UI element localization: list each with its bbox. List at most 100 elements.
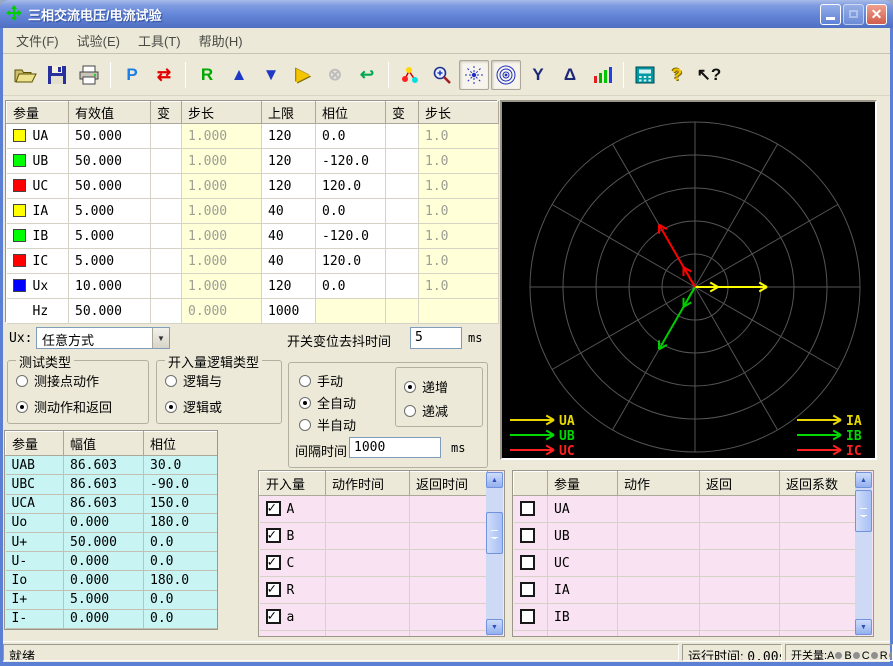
rms-cell[interactable]: 50.000 — [69, 174, 151, 199]
vary-cell[interactable] — [151, 299, 182, 324]
run-button[interactable]: ▶ — [288, 60, 318, 90]
rms-cell[interactable]: 50.000 — [69, 299, 151, 324]
scroll-up-icon[interactable]: ▲ — [855, 472, 872, 488]
vary-cell[interactable] — [386, 174, 419, 199]
title-bar[interactable]: 三相交流电压/电流试验 ✕ — [0, 0, 893, 28]
vary-cell[interactable] — [386, 274, 419, 299]
rms-cell[interactable]: 5.000 — [69, 224, 151, 249]
param-checkbox[interactable] — [520, 609, 535, 624]
radio-logic-and[interactable] — [165, 375, 177, 387]
radio-manual[interactable] — [299, 375, 311, 387]
save-button[interactable] — [42, 60, 72, 90]
radio-full-auto[interactable] — [299, 397, 311, 409]
y-connection-button[interactable]: Y — [523, 60, 553, 90]
vary-cell[interactable] — [386, 149, 419, 174]
param-checkbox[interactable] — [520, 555, 535, 570]
scroll-down-icon[interactable]: ▼ — [855, 619, 872, 635]
rms-cell[interactable]: 5.000 — [69, 199, 151, 224]
concentric-view-button[interactable] — [491, 60, 521, 90]
limit-cell[interactable]: 120 — [262, 149, 316, 174]
radio-logic-or[interactable] — [165, 401, 177, 413]
menu-tools[interactable]: 工具(T) — [129, 28, 190, 53]
rms-cell[interactable]: 50.000 — [69, 124, 151, 149]
menu-file[interactable]: 文件(F) — [7, 28, 68, 53]
minimize-button[interactable] — [820, 4, 841, 25]
scrollbar[interactable]: ▲ ▼ — [486, 472, 503, 635]
scroll-thumb[interactable] — [855, 490, 872, 532]
vary-cell[interactable] — [386, 224, 419, 249]
vary-cell[interactable] — [151, 149, 182, 174]
delta-connection-button[interactable]: Δ — [555, 60, 585, 90]
current-parameter-button[interactable]: R — [192, 60, 222, 90]
input-checkbox[interactable] — [266, 501, 281, 516]
stop-button[interactable]: ⊗ — [320, 60, 350, 90]
menu-test[interactable]: 试验(E) — [68, 28, 129, 53]
limit-cell[interactable]: 1000 — [262, 299, 316, 324]
vary-cell[interactable] — [151, 274, 182, 299]
phase-cell[interactable]: 0.0 — [316, 274, 386, 299]
phase-cell[interactable]: -120.0 — [316, 224, 386, 249]
vary-cell[interactable] — [151, 174, 182, 199]
phase-cell[interactable]: 120.0 — [316, 174, 386, 199]
limit-cell[interactable]: 40 — [262, 224, 316, 249]
lower-button[interactable]: ▼ — [256, 60, 286, 90]
radio-action-return[interactable] — [16, 401, 28, 413]
vary-cell[interactable] — [151, 124, 182, 149]
scroll-up-icon[interactable]: ▲ — [486, 472, 503, 488]
param-checkbox[interactable] — [520, 528, 535, 543]
calculator-button[interactable] — [630, 60, 660, 90]
rms-cell[interactable]: 10.000 — [69, 274, 151, 299]
vector-diagram-button[interactable] — [395, 60, 425, 90]
context-help-button[interactable]: ↖? — [694, 60, 724, 90]
param-checkbox[interactable] — [520, 636, 535, 637]
voltage-parameter-button[interactable]: P — [117, 60, 147, 90]
close-button[interactable]: ✕ — [866, 4, 887, 25]
input-checkbox[interactable] — [266, 528, 281, 543]
phase-cell[interactable]: 0.0 — [316, 199, 386, 224]
vary-cell[interactable] — [151, 199, 182, 224]
rays-view-button[interactable] — [459, 60, 489, 90]
harmonic-bars-button[interactable] — [587, 60, 617, 90]
limit-cell[interactable]: 120 — [262, 174, 316, 199]
input-checkbox[interactable] — [266, 636, 281, 637]
input-checkbox[interactable] — [266, 555, 281, 570]
vary-cell[interactable] — [386, 124, 419, 149]
maximize-button[interactable] — [843, 4, 864, 25]
raise-button[interactable]: ▲ — [224, 60, 254, 90]
param-checkbox[interactable] — [520, 582, 535, 597]
radio-decrement[interactable] — [404, 405, 416, 417]
limit-cell[interactable]: 120 — [262, 124, 316, 149]
print-button[interactable] — [74, 60, 104, 90]
scroll-thumb[interactable] — [486, 512, 503, 554]
radio-semi-auto[interactable] — [299, 419, 311, 431]
vary-cell[interactable] — [151, 224, 182, 249]
open-button[interactable] — [10, 60, 40, 90]
interval-input[interactable]: 1000 — [349, 437, 441, 458]
zoom-in-button[interactable] — [427, 60, 457, 90]
vary-cell[interactable] — [386, 249, 419, 274]
ux-mode-combo[interactable]: 任意方式 ▼ — [36, 327, 170, 349]
scrollbar[interactable]: ▲ ▼ — [855, 472, 872, 635]
help-button[interactable]: ? — [662, 60, 692, 90]
vary-cell[interactable] — [151, 249, 182, 274]
radio-increment[interactable] — [404, 381, 416, 393]
rms-cell[interactable]: 50.000 — [69, 149, 151, 174]
param-checkbox[interactable] — [520, 501, 535, 516]
limit-cell[interactable]: 40 — [262, 199, 316, 224]
undo-button[interactable]: ↩ — [352, 60, 382, 90]
limit-cell[interactable]: 120 — [262, 274, 316, 299]
phase-cell[interactable]: -120.0 — [316, 149, 386, 174]
chevron-down-icon[interactable]: ▼ — [152, 328, 169, 348]
limit-cell[interactable]: 40 — [262, 249, 316, 274]
phase-cell[interactable]: 120.0 — [316, 249, 386, 274]
menu-help[interactable]: 帮助(H) — [190, 28, 252, 53]
radio-contact-action[interactable] — [16, 375, 28, 387]
phase-cell[interactable]: 0.0 — [316, 124, 386, 149]
phase-sequence-button[interactable]: ⇄ — [149, 60, 179, 90]
input-checkbox[interactable] — [266, 609, 281, 624]
vary-cell[interactable] — [386, 199, 419, 224]
debounce-input[interactable]: 5 — [410, 327, 462, 349]
rms-cell[interactable]: 5.000 — [69, 249, 151, 274]
scroll-down-icon[interactable]: ▼ — [486, 619, 503, 635]
input-checkbox[interactable] — [266, 582, 281, 597]
